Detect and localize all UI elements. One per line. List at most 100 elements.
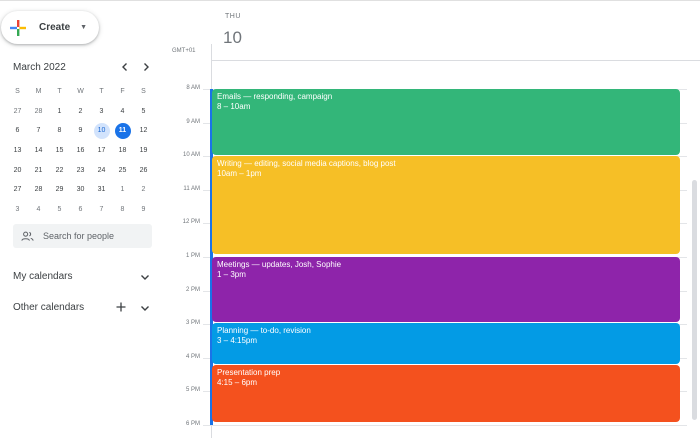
week-row: 3 4 5 6 7 8 9	[7, 200, 154, 220]
mini-calendar-day[interactable]: 7	[91, 202, 112, 218]
event-title: Emails — responding, campaign	[217, 92, 333, 101]
other-calendars-label[interactable]: Other calendars	[13, 302, 84, 313]
event-time: 8 – 10am	[217, 102, 251, 111]
chevron-down-icon[interactable]	[139, 302, 151, 314]
day-number: 4	[36, 205, 41, 213]
day-date[interactable]: 10	[223, 28, 242, 48]
mini-calendar-day[interactable]: 20	[7, 163, 28, 179]
mini-calendar-day[interactable]: 23	[70, 163, 91, 179]
mini-calendar-day[interactable]: 7	[28, 123, 49, 139]
day-number: 7	[36, 127, 41, 135]
mini-calendar-day[interactable]: 28	[28, 182, 49, 198]
week-row: 27 28 29 30 31 1 2	[7, 180, 154, 200]
day-number: 8	[120, 205, 125, 213]
day-number: 27	[13, 186, 22, 194]
mini-calendar-day[interactable]: 2	[70, 104, 91, 120]
day-number: 6	[78, 205, 83, 213]
mini-calendar-day[interactable]: 21	[28, 163, 49, 179]
mini-calendar-day[interactable]: 8	[112, 202, 133, 218]
calendar-event[interactable]: Writing — editing, social media captions…	[212, 156, 680, 254]
day-number: 10	[93, 123, 110, 140]
day-number: 6	[15, 127, 20, 135]
day-number: 3	[15, 205, 20, 213]
chevron-down-icon[interactable]	[139, 271, 151, 283]
create-button[interactable]: Create ▼	[1, 11, 99, 44]
day-number: 16	[76, 146, 85, 154]
day-number: 28	[34, 107, 43, 115]
mini-calendar-day[interactable]: 25	[112, 163, 133, 179]
weekday-header: T	[99, 88, 104, 96]
mini-calendar-day[interactable]: 6	[70, 202, 91, 218]
mini-calendar-day[interactable]: 3	[7, 202, 28, 218]
mini-calendar-day[interactable]: 15	[49, 143, 70, 159]
mini-calendar-day[interactable]: 3	[91, 104, 112, 120]
calendar-event[interactable]: Presentation prep 4:15 – 6pm	[212, 365, 680, 422]
mini-calendar-day[interactable]: 22	[49, 163, 70, 179]
mini-calendar-day[interactable]: 30	[70, 182, 91, 198]
hour-label: 1 PM	[185, 253, 200, 259]
hour-label: 6 PM	[185, 421, 200, 427]
day-number: 1	[120, 186, 125, 194]
mini-calendar-day[interactable]: 4	[112, 104, 133, 120]
scrollbar[interactable]	[692, 180, 697, 420]
mini-calendar-day[interactable]: 26	[133, 163, 154, 179]
next-month-icon[interactable]	[139, 60, 153, 74]
calendar-event[interactable]: Meetings — updates, Josh, Sophie 1 – 3pm	[212, 257, 680, 322]
mini-calendar-day[interactable]: 27	[7, 182, 28, 198]
mini-calendar-day[interactable]: 27	[7, 104, 28, 120]
mini-calendar-day[interactable]: 11	[112, 123, 133, 140]
create-label: Create	[39, 22, 71, 33]
mini-calendar-day[interactable]: 9	[70, 123, 91, 139]
my-calendars-label[interactable]: My calendars	[13, 271, 72, 282]
calendar-event[interactable]: Planning — to-do, revision 3 – 4:15pm	[212, 323, 680, 364]
caret-down-icon: ▼	[80, 24, 88, 31]
day-number: 30	[76, 186, 85, 194]
event-time: 10am – 1pm	[217, 169, 262, 178]
day-number: 7	[99, 205, 104, 213]
calendar-event[interactable]: Emails — responding, campaign 8 – 10am	[212, 89, 680, 155]
add-calendar-icon[interactable]	[115, 301, 127, 313]
people-search-input[interactable]	[43, 231, 143, 241]
mini-calendar-day[interactable]: 9	[133, 202, 154, 218]
day-number: 13	[13, 146, 22, 154]
header-divider	[211, 60, 700, 61]
week-row: 6 7 8 9 10 11 12	[7, 121, 154, 141]
mini-calendar-day[interactable]: 31	[91, 182, 112, 198]
mini-calendar-day[interactable]: 1	[112, 182, 133, 198]
day-number: 28	[34, 186, 43, 194]
day-number: 18	[118, 146, 127, 154]
mini-calendar-day[interactable]: 10	[91, 123, 112, 140]
mini-calendar-day[interactable]: 28	[28, 104, 49, 120]
hour-label: 8 AM	[186, 85, 200, 91]
mini-calendar-day[interactable]: 5	[133, 104, 154, 120]
event-time: 3 – 4:15pm	[217, 336, 258, 345]
week-row: 13 14 15 16 17 18 19	[7, 141, 154, 161]
mini-calendar-day[interactable]: 19	[133, 143, 154, 159]
prev-month-icon[interactable]	[118, 60, 132, 74]
mini-calendar-day[interactable]: 5	[49, 202, 70, 218]
mini-calendar-month: March 2022	[13, 62, 66, 73]
mini-calendar-day[interactable]: 17	[91, 143, 112, 159]
day-number: 14	[34, 146, 43, 154]
mini-calendar-day[interactable]: 16	[70, 143, 91, 159]
weekday-header: S	[15, 88, 20, 96]
day-number: 24	[97, 166, 106, 174]
hour-label: 12 PM	[182, 219, 200, 226]
mini-calendar-day[interactable]: 1	[49, 104, 70, 120]
mini-calendar-day[interactable]: 29	[49, 182, 70, 198]
people-search[interactable]	[13, 224, 152, 248]
day-number: 31	[97, 186, 106, 194]
timezone-label: GMT+01	[172, 48, 196, 54]
mini-calendar-day[interactable]: 24	[91, 163, 112, 179]
mini-calendar-day[interactable]: 13	[7, 143, 28, 159]
mini-calendar-day[interactable]: 14	[28, 143, 49, 159]
hour-gridline	[203, 425, 687, 426]
mini-calendar-day[interactable]: 8	[49, 123, 70, 139]
mini-calendar-day[interactable]: 6	[7, 123, 28, 139]
day-number: 29	[55, 186, 64, 194]
mini-calendar-day[interactable]: 2	[133, 182, 154, 198]
mini-calendar-day[interactable]: 18	[112, 143, 133, 159]
mini-calendar-day[interactable]: 12	[133, 123, 154, 139]
hour-label: 9 AM	[186, 118, 200, 125]
mini-calendar-day[interactable]: 4	[28, 202, 49, 218]
